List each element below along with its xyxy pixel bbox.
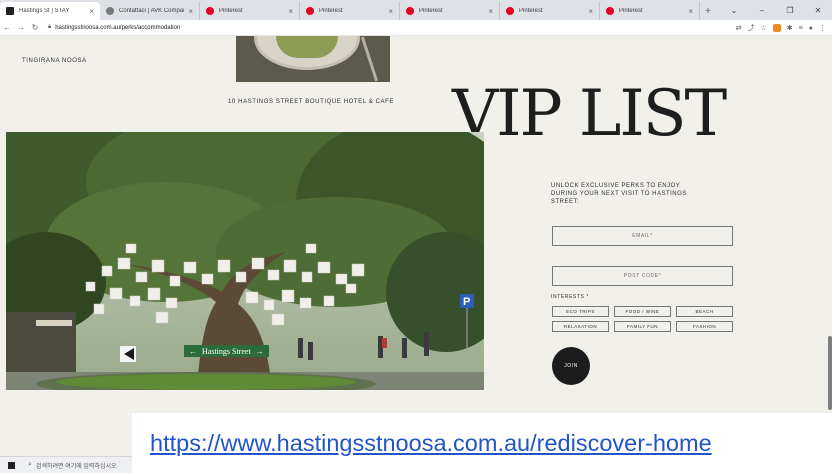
- windows-logo-icon: [7, 461, 15, 469]
- svg-text:P: P: [463, 296, 470, 308]
- tab-title: Pinterest: [219, 8, 243, 14]
- back-arrow-icon[interactable]: ←: [0, 23, 14, 32]
- tab-title: Contattaci | AVK Company: [119, 8, 185, 14]
- url-text: hastingsstnoosa.com.au/perks/accommodati…: [55, 24, 181, 31]
- browser-tab-strip: Hastings St | STAY × Contattaci | AVK Co…: [0, 0, 832, 20]
- url-field[interactable]: 🔒︎ hastingsstnoosa.com.au/perks/accommod…: [48, 24, 180, 31]
- interest-beach[interactable]: BEACH: [676, 306, 733, 317]
- minimize-icon[interactable]: –: [748, 6, 776, 15]
- hastings-street-photo: P ← Hastings Street →: [6, 132, 484, 390]
- browser-tab-1[interactable]: Hastings St | STAY ×: [0, 2, 100, 20]
- tab-title: Pinterest: [519, 8, 543, 14]
- profile-avatar-icon[interactable]: ●: [809, 25, 813, 32]
- pinterest-icon: [506, 7, 514, 15]
- arrow-right-icon: →: [255, 346, 264, 356]
- page-content: TINGIRANA NOOSA 10 HASTINGS STREET BOUTI…: [0, 36, 832, 456]
- new-tab-button[interactable]: +: [700, 2, 716, 20]
- pinterest-icon: [206, 7, 214, 15]
- interest-food-wine[interactable]: FOOD / WINE: [614, 306, 671, 317]
- search-icon: ⌕: [28, 461, 32, 468]
- bookmark-star-icon[interactable]: ☆: [761, 24, 767, 32]
- tab-title: Pinterest: [619, 8, 643, 14]
- tab-title: Pinterest: [319, 8, 343, 14]
- more-menu-icon[interactable]: ⋮: [819, 24, 826, 32]
- tab-close-icon[interactable]: ×: [288, 7, 293, 16]
- reading-list-icon[interactable]: ≡: [799, 25, 803, 32]
- tab-title: Pinterest: [419, 8, 443, 14]
- link-caption-overlay: https://www.hastingsstnoosa.com.au/redis…: [132, 413, 832, 473]
- tab-close-icon[interactable]: ×: [488, 7, 493, 16]
- restore-icon[interactable]: ❐: [776, 6, 804, 15]
- street-sign-text: Hastings Street: [202, 346, 251, 356]
- postcode-input[interactable]: [552, 266, 733, 286]
- close-window-icon[interactable]: ✕: [804, 6, 832, 15]
- reload-icon[interactable]: ↻: [28, 23, 42, 32]
- tab-close-icon[interactable]: ×: [89, 7, 94, 16]
- browser-tab-4[interactable]: Pinterest ×: [300, 2, 400, 20]
- browser-extensions: ⇄ ⤴ ☆ ✱ ≡ ● ⋮: [736, 23, 826, 33]
- translate-icon[interactable]: ⇄: [736, 24, 742, 32]
- pinterest-icon: [406, 7, 414, 15]
- start-button[interactable]: [0, 461, 22, 469]
- tab-close-icon[interactable]: ×: [388, 7, 393, 16]
- browser-tab-5[interactable]: Pinterest ×: [400, 2, 500, 20]
- browser-tab-6[interactable]: Pinterest ×: [500, 2, 600, 20]
- interest-relaxation[interactable]: RELAXATION: [552, 321, 609, 332]
- join-button[interactable]: JOIN: [552, 347, 590, 385]
- browser-tab-7[interactable]: Pinterest ×: [600, 2, 700, 20]
- tab-close-icon[interactable]: ×: [688, 7, 693, 16]
- interest-family-fun[interactable]: FAMILY FUN: [614, 321, 671, 332]
- rediscover-home-link[interactable]: https://www.hastingsstnoosa.com.au/redis…: [150, 430, 712, 457]
- window-controls: ⌄ – ❐ ✕: [720, 0, 832, 20]
- extension-icon[interactable]: [772, 24, 781, 32]
- taskbar-search-placeholder: 검색하려면 여기에 입력하십시오: [35, 463, 117, 470]
- tab-title: Hastings St | STAY: [19, 8, 70, 14]
- browser-tab-3[interactable]: Pinterest ×: [200, 2, 300, 20]
- tab-close-icon[interactable]: ×: [588, 7, 593, 16]
- street-sign: ← Hastings Street →: [184, 345, 269, 357]
- vip-list-title: VIP LIST: [452, 77, 727, 151]
- puzzle-icon[interactable]: ✱: [787, 24, 793, 32]
- tab-close-icon[interactable]: ×: [188, 7, 193, 16]
- tab-search-icon[interactable]: ⌄: [720, 6, 748, 15]
- vip-description: UNLOCK EXCLUSIVE PERKS TO ENJOY DURING Y…: [551, 183, 687, 205]
- hotel-caption[interactable]: 10 HASTINGS STREET BOUTIQUE HOTEL & CAFE: [228, 98, 398, 106]
- interest-eco-trips[interactable]: ECO TRIPS: [552, 306, 609, 317]
- tab-favicon-icon: [6, 7, 14, 15]
- interest-fashion[interactable]: FASHION: [676, 321, 733, 332]
- lock-icon: 🔒︎: [48, 24, 52, 30]
- venue-name[interactable]: TINGIRANA NOOSA: [22, 58, 87, 64]
- share-icon[interactable]: ⤴: [748, 23, 755, 33]
- interests-label: INTERESTS *: [551, 294, 589, 300]
- forward-arrow-icon[interactable]: →: [14, 23, 28, 32]
- address-bar: ← → ↻ 🔒︎ hastingsstnoosa.com.au/perks/ac…: [0, 20, 832, 36]
- email-input[interactable]: [552, 226, 733, 246]
- arrow-left-icon: ←: [189, 346, 197, 356]
- tab-favicon-icon: [106, 7, 114, 15]
- scrollbar-thumb[interactable]: [828, 336, 832, 410]
- food-photo: [236, 36, 390, 82]
- pinterest-icon: [606, 7, 614, 15]
- browser-tab-2[interactable]: Contattaci | AVK Company ×: [100, 2, 200, 20]
- taskbar-search[interactable]: ⌕ 검색하려면 여기에 입력하십시오: [28, 461, 117, 470]
- pinterest-icon: [306, 7, 314, 15]
